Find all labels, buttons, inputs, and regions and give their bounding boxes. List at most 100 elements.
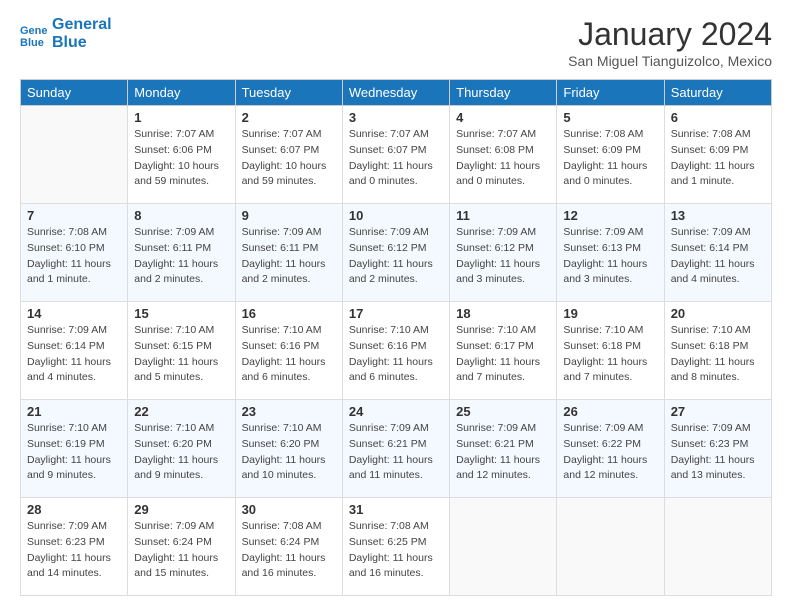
day-info: Sunrise: 7:09 AM Sunset: 6:14 PM Dayligh… xyxy=(671,225,765,288)
calendar-cell: 26Sunrise: 7:09 AM Sunset: 6:22 PM Dayli… xyxy=(557,400,664,498)
weekday-header-tuesday: Tuesday xyxy=(235,80,342,106)
calendar-cell: 4 Sunrise: 7:07 AM Sunset: 6:08 PM Daylig… xyxy=(450,106,557,204)
day-info: Sunrise: 7:09 AM Sunset: 6:21 PM Dayligh… xyxy=(349,421,443,484)
day-number: 8 xyxy=(134,208,228,223)
day-info: Sunrise: 7:10 AM Sunset: 6:18 PM Dayligh… xyxy=(671,323,765,386)
day-number: 18 xyxy=(456,306,550,321)
calendar-cell: 29 Sunrise: 7:09 AM Sunset: 6:24 PM Dayli… xyxy=(128,498,235,596)
weekday-header-thursday: Thursday xyxy=(450,80,557,106)
day-number: 6 xyxy=(671,110,765,125)
calendar-cell: 27 Sunrise: 7:09 AM Sunset: 6:23 PM Dayli… xyxy=(664,400,771,498)
day-number: 28 xyxy=(27,502,121,517)
day-number: 24 xyxy=(349,404,443,419)
calendar-cell: 5 Sunrise: 7:08 AM Sunset: 6:09 PM Daylig… xyxy=(557,106,664,204)
day-info: Sunrise: 7:09 AM Sunset: 6:21 PM Dayligh… xyxy=(456,421,550,484)
weekday-header-sunday: Sunday xyxy=(21,80,128,106)
location: San Miguel Tianguizolco, Mexico xyxy=(568,53,772,69)
day-info: Sunrise: 7:07 AM Sunset: 6:07 PM Dayligh… xyxy=(242,127,336,190)
weekday-header-wednesday: Wednesday xyxy=(342,80,449,106)
day-number: 19 xyxy=(563,306,657,321)
day-info: Sunrise: 7:10 AM Sunset: 6:16 PM Dayligh… xyxy=(349,323,443,386)
day-number: 3 xyxy=(349,110,443,125)
month-title: January 2024 xyxy=(568,16,772,53)
day-info: Sunrise: 7:09 AM Sunset: 6:12 PM Dayligh… xyxy=(349,225,443,288)
calendar-cell xyxy=(557,498,664,596)
day-number: 11 xyxy=(456,208,550,223)
day-info: Sunrise: 7:10 AM Sunset: 6:17 PM Dayligh… xyxy=(456,323,550,386)
calendar-cell: 2 Sunrise: 7:07 AM Sunset: 6:07 PM Daylig… xyxy=(235,106,342,204)
day-info: Sunrise: 7:09 AM Sunset: 6:11 PM Dayligh… xyxy=(134,225,228,288)
day-number: 2 xyxy=(242,110,336,125)
calendar-cell: 22 Sunrise: 7:10 AM Sunset: 6:20 PM Dayli… xyxy=(128,400,235,498)
day-number: 15 xyxy=(134,306,228,321)
calendar-cell: 6 Sunrise: 7:08 AM Sunset: 6:09 PM Daylig… xyxy=(664,106,771,204)
day-info: Sunrise: 7:09 AM Sunset: 6:11 PM Dayligh… xyxy=(242,225,336,288)
calendar-cell: 23 Sunrise: 7:10 AM Sunset: 6:20 PM Dayli… xyxy=(235,400,342,498)
calendar-week-row: 7Sunrise: 7:08 AM Sunset: 6:10 PM Daylig… xyxy=(21,204,772,302)
calendar-week-row: 14Sunrise: 7:09 AM Sunset: 6:14 PM Dayli… xyxy=(21,302,772,400)
calendar-cell: 24 Sunrise: 7:09 AM Sunset: 6:21 PM Dayli… xyxy=(342,400,449,498)
calendar-cell: 31 Sunrise: 7:08 AM Sunset: 6:25 PM Dayli… xyxy=(342,498,449,596)
day-number: 30 xyxy=(242,502,336,517)
calendar-cell xyxy=(450,498,557,596)
svg-text:Blue: Blue xyxy=(20,37,44,48)
weekday-header-friday: Friday xyxy=(557,80,664,106)
day-number: 17 xyxy=(349,306,443,321)
day-number: 29 xyxy=(134,502,228,517)
logo-general: General xyxy=(52,16,112,34)
title-block: January 2024 San Miguel Tianguizolco, Me… xyxy=(568,16,772,69)
day-info: Sunrise: 7:07 AM Sunset: 6:08 PM Dayligh… xyxy=(456,127,550,190)
calendar-cell: 7Sunrise: 7:08 AM Sunset: 6:10 PM Daylig… xyxy=(21,204,128,302)
calendar-cell: 15 Sunrise: 7:10 AM Sunset: 6:15 PM Dayli… xyxy=(128,302,235,400)
day-number: 4 xyxy=(456,110,550,125)
day-info: Sunrise: 7:07 AM Sunset: 6:07 PM Dayligh… xyxy=(349,127,443,190)
day-info: Sunrise: 7:08 AM Sunset: 6:09 PM Dayligh… xyxy=(671,127,765,190)
calendar-cell: 21Sunrise: 7:10 AM Sunset: 6:19 PM Dayli… xyxy=(21,400,128,498)
day-number: 27 xyxy=(671,404,765,419)
day-info: Sunrise: 7:09 AM Sunset: 6:12 PM Dayligh… xyxy=(456,225,550,288)
day-number: 5 xyxy=(563,110,657,125)
day-number: 20 xyxy=(671,306,765,321)
calendar-header-row: SundayMondayTuesdayWednesdayThursdayFrid… xyxy=(21,80,772,106)
calendar-cell: 20 Sunrise: 7:10 AM Sunset: 6:18 PM Dayli… xyxy=(664,302,771,400)
day-info: Sunrise: 7:08 AM Sunset: 6:10 PM Dayligh… xyxy=(27,225,121,288)
calendar-cell: 10Sunrise: 7:09 AM Sunset: 6:12 PM Dayli… xyxy=(342,204,449,302)
day-number: 12 xyxy=(563,208,657,223)
logo-icon: General Blue xyxy=(20,20,48,48)
day-info: Sunrise: 7:10 AM Sunset: 6:20 PM Dayligh… xyxy=(242,421,336,484)
calendar-cell: 19 Sunrise: 7:10 AM Sunset: 6:18 PM Dayli… xyxy=(557,302,664,400)
day-info: Sunrise: 7:09 AM Sunset: 6:23 PM Dayligh… xyxy=(671,421,765,484)
day-info: Sunrise: 7:10 AM Sunset: 6:19 PM Dayligh… xyxy=(27,421,121,484)
logo: General Blue General Blue xyxy=(20,16,112,51)
calendar-cell: 3 Sunrise: 7:07 AM Sunset: 6:07 PM Daylig… xyxy=(342,106,449,204)
header: General Blue General Blue January 2024 S… xyxy=(20,16,772,69)
day-info: Sunrise: 7:10 AM Sunset: 6:16 PM Dayligh… xyxy=(242,323,336,386)
svg-text:General: General xyxy=(20,25,48,37)
calendar-cell: 17 Sunrise: 7:10 AM Sunset: 6:16 PM Dayli… xyxy=(342,302,449,400)
day-number: 22 xyxy=(134,404,228,419)
day-number: 14 xyxy=(27,306,121,321)
day-info: Sunrise: 7:10 AM Sunset: 6:20 PM Dayligh… xyxy=(134,421,228,484)
calendar-cell: 13 Sunrise: 7:09 AM Sunset: 6:14 PM Dayli… xyxy=(664,204,771,302)
day-info: Sunrise: 7:08 AM Sunset: 6:25 PM Dayligh… xyxy=(349,519,443,582)
day-number: 23 xyxy=(242,404,336,419)
calendar-cell xyxy=(664,498,771,596)
day-info: Sunrise: 7:10 AM Sunset: 6:15 PM Dayligh… xyxy=(134,323,228,386)
day-number: 31 xyxy=(349,502,443,517)
day-number: 1 xyxy=(134,110,228,125)
day-info: Sunrise: 7:10 AM Sunset: 6:18 PM Dayligh… xyxy=(563,323,657,386)
weekday-header-saturday: Saturday xyxy=(664,80,771,106)
calendar-cell: 8 Sunrise: 7:09 AM Sunset: 6:11 PM Daylig… xyxy=(128,204,235,302)
page: General Blue General Blue January 2024 S… xyxy=(0,0,792,612)
day-info: Sunrise: 7:09 AM Sunset: 6:24 PM Dayligh… xyxy=(134,519,228,582)
calendar-cell: 9Sunrise: 7:09 AM Sunset: 6:11 PM Daylig… xyxy=(235,204,342,302)
day-info: Sunrise: 7:08 AM Sunset: 6:09 PM Dayligh… xyxy=(563,127,657,190)
logo-blue: Blue xyxy=(52,34,112,52)
calendar-table: SundayMondayTuesdayWednesdayThursdayFrid… xyxy=(20,79,772,596)
calendar-cell: 11 Sunrise: 7:09 AM Sunset: 6:12 PM Dayli… xyxy=(450,204,557,302)
day-number: 13 xyxy=(671,208,765,223)
calendar-week-row: 1Sunrise: 7:07 AM Sunset: 6:06 PM Daylig… xyxy=(21,106,772,204)
calendar-week-row: 28Sunrise: 7:09 AM Sunset: 6:23 PM Dayli… xyxy=(21,498,772,596)
day-info: Sunrise: 7:08 AM Sunset: 6:24 PM Dayligh… xyxy=(242,519,336,582)
calendar-cell: 25Sunrise: 7:09 AM Sunset: 6:21 PM Dayli… xyxy=(450,400,557,498)
